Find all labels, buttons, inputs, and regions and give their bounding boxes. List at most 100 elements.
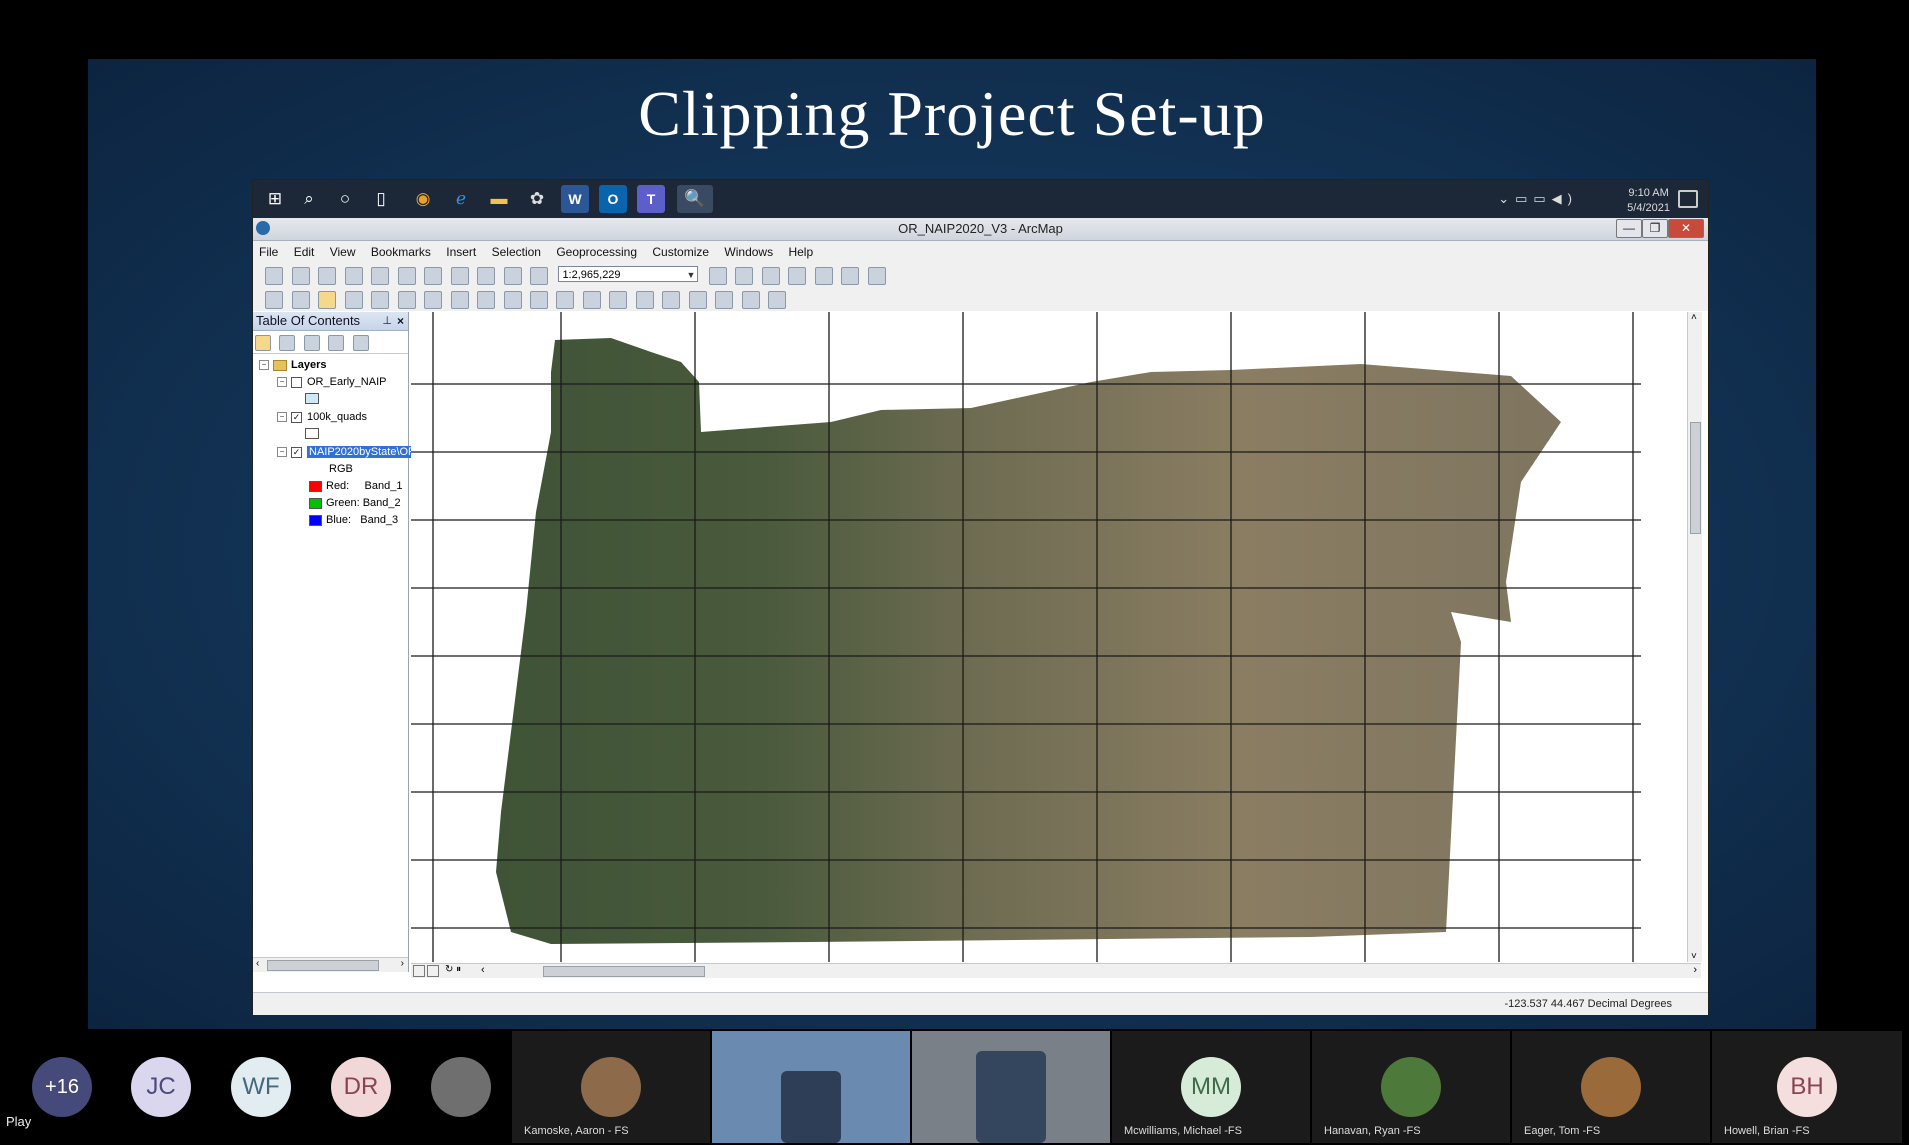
collapse-icon[interactable]: − <box>277 447 287 458</box>
map-scale-dropdown[interactable]: 1:2,965,229 ▼ <box>558 266 699 282</box>
cortana-icon[interactable]: ○ <box>331 185 359 213</box>
options-icon[interactable] <box>352 335 369 351</box>
layer-100k-quads[interactable]: − ✓ 100k_quads <box>277 410 367 424</box>
teams-icon[interactable]: T <box>637 185 665 213</box>
scroll-thumb[interactable] <box>1690 422 1701 534</box>
paste-icon[interactable] <box>424 267 443 285</box>
polygon-symbol[interactable] <box>305 392 319 404</box>
task-view-icon[interactable]: ▯ <box>367 185 395 213</box>
clock[interactable]: 9:10 AM 5/4/2021 <box>1627 186 1670 216</box>
find-icon[interactable] <box>662 291 681 309</box>
catalog-icon[interactable] <box>761 267 780 285</box>
menu-windows[interactable]: Windows <box>718 241 779 259</box>
close-button[interactable]: ✕ <box>1668 219 1704 238</box>
search-icon[interactable]: ⌕ <box>295 185 323 213</box>
scroll-down-icon[interactable]: ˅ <box>1691 951 1697 962</box>
layer-visibility-checkbox[interactable]: ✓ <box>291 411 302 423</box>
copy-icon[interactable] <box>397 267 416 285</box>
system-tray-icons[interactable]: ⌄▭▭◀) <box>1498 191 1578 207</box>
layers-group[interactable]: − Layers <box>259 358 326 372</box>
windows-start-icon[interactable]: ⊞ <box>261 185 289 213</box>
map-horizontal-scrollbar[interactable]: ↻ ⏸ ‹ › <box>411 963 1701 978</box>
play-label[interactable]: Play <box>6 1114 31 1129</box>
participant-tile-kamoske[interactable]: Kamoske, Aaron - FS <box>512 1031 710 1143</box>
identify-icon[interactable] <box>556 291 575 309</box>
avatar-wf[interactable]: WF <box>231 1057 291 1117</box>
notification-icon[interactable] <box>1678 190 1698 208</box>
more-participants-button[interactable]: +16 <box>32 1057 92 1117</box>
participant-tile-hanavan[interactable]: Hanavan, Ryan -FS <box>1312 1031 1510 1143</box>
full-extent-icon[interactable] <box>344 291 363 309</box>
participant-tile-eager[interactable]: Eager, Tom -FS <box>1512 1031 1710 1143</box>
new-document-icon[interactable] <box>265 267 284 285</box>
menu-insert[interactable]: Insert <box>440 241 482 259</box>
measure-icon[interactable] <box>635 291 654 309</box>
menu-edit[interactable]: Edit <box>288 241 321 259</box>
file-explorer-icon[interactable]: ▬ <box>485 185 513 213</box>
save-icon[interactable] <box>318 267 337 285</box>
delete-icon[interactable] <box>450 267 469 285</box>
list-by-drawing-order-icon[interactable] <box>255 335 271 351</box>
app-icon[interactable]: ✿ <box>523 185 551 213</box>
layer-visibility-checkbox[interactable]: ✓ <box>291 446 302 458</box>
scroll-right-icon[interactable]: › <box>1693 964 1697 976</box>
clear-selection-icon[interactable] <box>503 291 522 309</box>
layer-or-early-naip[interactable]: − OR_Early_NAIP <box>277 375 386 389</box>
avatar-dr[interactable]: DR <box>331 1057 391 1117</box>
list-by-source-icon[interactable] <box>279 335 296 351</box>
search-window-icon[interactable] <box>788 267 807 285</box>
chrome-icon[interactable]: ◉ <box>409 185 437 213</box>
layout-view-icon[interactable] <box>413 965 425 977</box>
go-to-xy-icon[interactable] <box>715 291 734 309</box>
cut-icon[interactable] <box>371 267 390 285</box>
word-icon[interactable]: W <box>561 185 589 213</box>
list-by-visibility-icon[interactable] <box>303 335 320 351</box>
collapse-icon[interactable]: − <box>277 412 287 423</box>
html-popup-icon[interactable] <box>609 291 628 309</box>
python-icon[interactable] <box>841 267 860 285</box>
map-vertical-scrollbar[interactable]: ˄ ˅ <box>1687 312 1702 962</box>
participant-tile-mcwilliams[interactable]: MM Mcwilliams, Michael -FS <box>1112 1031 1310 1143</box>
menu-bookmarks[interactable]: Bookmarks <box>365 241 437 259</box>
forward-arrow-icon[interactable] <box>450 291 469 309</box>
menu-file[interactable]: File <box>253 241 284 259</box>
scroll-thumb[interactable] <box>267 960 379 971</box>
scroll-right-icon[interactable]: › <box>401 958 404 969</box>
scroll-left-icon[interactable]: ‹ <box>481 964 485 976</box>
layer-visibility-checkbox[interactable] <box>291 376 302 388</box>
outlook-icon[interactable]: O <box>599 185 627 213</box>
toc-horizontal-scrollbar[interactable]: ‹ › <box>253 957 408 972</box>
redo-icon[interactable] <box>503 267 522 285</box>
undo-icon[interactable] <box>477 267 496 285</box>
menu-geoprocessing[interactable]: Geoprocessing <box>550 241 643 259</box>
avatar-photo[interactable] <box>431 1057 491 1117</box>
editor-toolbar-icon[interactable] <box>708 267 727 285</box>
fixed-zoom-out-icon[interactable] <box>397 291 416 309</box>
print-icon[interactable] <box>344 267 363 285</box>
open-icon[interactable] <box>291 267 310 285</box>
menu-selection[interactable]: Selection <box>486 241 547 259</box>
zoom-out-icon[interactable] <box>291 291 310 309</box>
collapse-icon[interactable]: − <box>277 377 287 388</box>
refresh-icon[interactable]: ↻ ⏸ <box>445 964 461 975</box>
back-arrow-icon[interactable] <box>424 291 443 309</box>
time-slider-icon[interactable] <box>741 291 760 309</box>
scroll-left-icon[interactable]: ‹ <box>256 958 259 969</box>
fixed-zoom-in-icon[interactable] <box>371 291 390 309</box>
model-builder-icon[interactable] <box>867 267 886 285</box>
close-icon[interactable]: × <box>397 312 404 330</box>
edge-icon[interactable]: ℯ <box>447 185 475 213</box>
menu-customize[interactable]: Customize <box>646 241 715 259</box>
add-data-icon[interactable] <box>529 267 548 285</box>
restore-button[interactable]: ❐ <box>1642 219 1668 238</box>
participant-tile-howell[interactable]: BH Howell, Brian -FS <box>1712 1031 1902 1143</box>
pan-icon[interactable] <box>318 291 337 309</box>
participant-video-tile[interactable] <box>712 1031 910 1143</box>
menu-view[interactable]: View <box>324 241 362 259</box>
scroll-thumb[interactable] <box>543 966 705 977</box>
map-view[interactable] <box>411 312 1701 962</box>
select-features-icon[interactable] <box>477 291 496 309</box>
arctoolbox-icon[interactable] <box>814 267 833 285</box>
minimize-button[interactable]: — <box>1616 219 1642 238</box>
menu-help[interactable]: Help <box>782 241 819 259</box>
